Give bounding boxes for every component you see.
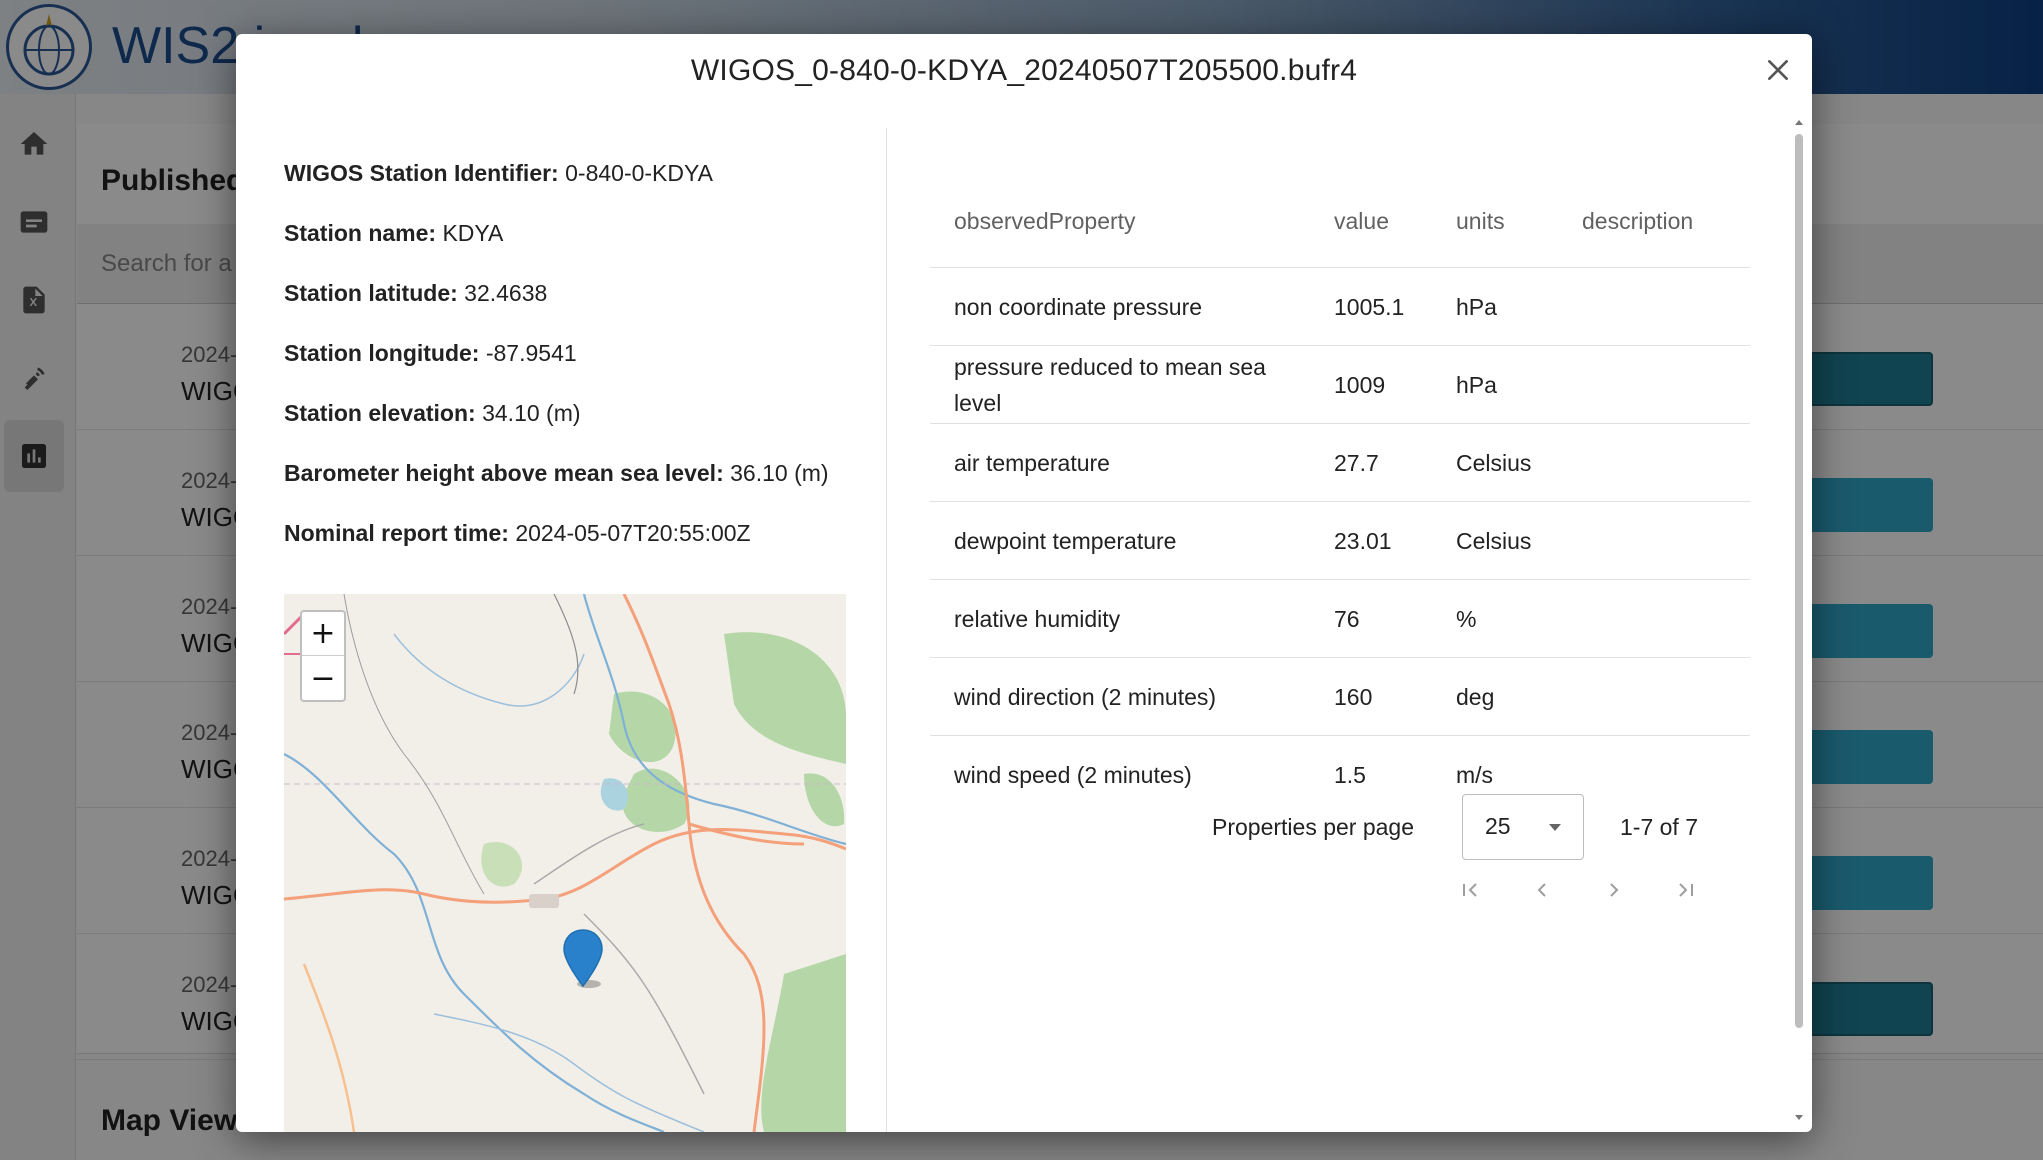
table-pagination: Properties per page 25 1-7 of 7 [930,780,1750,920]
column-header-property[interactable]: observedProperty [954,208,1314,235]
per-page-select[interactable]: 25 [1462,794,1584,860]
table-row: pressure reduced to mean sea level 1009 … [930,346,1750,424]
station-latitude: Station latitude: 32.4638 [284,280,548,306]
station-map[interactable]: + − [284,594,846,1132]
station-name: Station name: KDYA [284,220,504,246]
dialog-scrollbar[interactable] [1793,116,1805,1132]
zoom-in-button[interactable]: + [302,612,344,656]
close-button[interactable] [1758,50,1798,90]
chevron-right-icon [1610,883,1619,897]
map-tiles [284,594,846,1132]
scroll-down-icon[interactable] [1793,1112,1805,1124]
nominal-report-time: Nominal report time: 2024-05-07T20:55:00… [284,520,751,546]
caret-down-icon [1549,824,1561,831]
next-page-button[interactable] [1594,870,1634,910]
map-marker-icon[interactable] [562,928,604,988]
page-range: 1-7 of 7 [1620,814,1698,840]
scroll-thumb[interactable] [1795,134,1803,1028]
first-page-icon [1463,883,1477,897]
dialog-title: WIGOS_0-840-0-KDYA_20240507T205500.bufr4 [690,54,1358,87]
close-icon [1768,60,1788,80]
station-elevation: Station elevation: 34.10 (m) [284,400,581,426]
table-row: wind direction (2 minutes) 160 deg [930,658,1750,736]
table-row: air temperature 27.7 Celsius [930,424,1750,502]
zoom-out-button[interactable]: − [302,656,344,700]
table-row: non coordinate pressure 1005.1 hPa [930,268,1750,346]
table-row: relative humidity 76 % [930,580,1750,658]
station-longitude: Station longitude: -87.9541 [284,340,577,366]
table-header: observedProperty value units description [930,180,1750,268]
per-page-label: Properties per page [1212,814,1415,840]
scroll-up-icon[interactable] [1793,116,1805,128]
station-info: WIGOS Station Identifier: 0-840-0-KDYA S… [284,160,874,580]
column-header-description[interactable]: description [1582,208,1693,235]
zoom-control: + − [300,610,346,702]
barometer-height: Barometer height above mean sea level: 3… [284,460,829,486]
first-page-button[interactable] [1450,870,1490,910]
column-divider [886,128,887,1132]
column-header-units[interactable]: units [1456,208,1505,235]
observation-dialog: WIGOS_0-840-0-KDYA_20240507T205500.bufr4… [236,34,1812,1132]
last-page-icon [1679,883,1693,897]
station-identifier: WIGOS Station Identifier: 0-840-0-KDYA [284,160,713,186]
previous-page-button[interactable] [1522,870,1562,910]
chevron-left-icon [1537,883,1546,897]
observed-properties-table: observedProperty value units description… [930,180,1750,814]
last-page-button[interactable] [1666,870,1706,910]
column-header-value[interactable]: value [1334,208,1389,235]
table-row: dewpoint temperature 23.01 Celsius [930,502,1750,580]
